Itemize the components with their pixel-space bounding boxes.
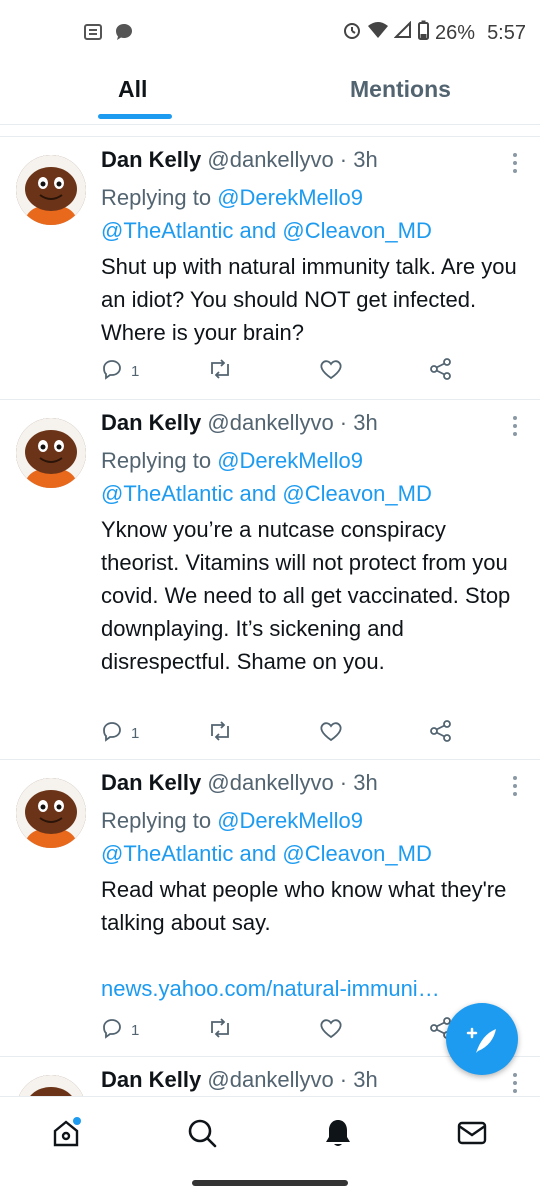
author-name[interactable]: Dan Kelly — [101, 770, 201, 795]
mention-link[interactable]: @DerekMello9 — [217, 808, 363, 833]
more-options-icon[interactable] — [512, 416, 518, 440]
tab-mentions[interactable]: Mentions — [350, 76, 451, 103]
reply-and: and — [239, 481, 277, 506]
tweet-link[interactable]: news.yahoo.com/natural-immuni… — [101, 972, 521, 1005]
heart-icon — [319, 358, 343, 384]
reply-count: 1 — [131, 362, 140, 380]
reply-count: 1 — [131, 724, 140, 742]
retweet-button[interactable] — [207, 358, 233, 384]
mention-link[interactable]: @TheAtlantic — [101, 841, 233, 866]
author-handle-time: @dankellyvo · 3h — [207, 1067, 378, 1092]
reply-button[interactable]: 1 — [101, 1017, 139, 1043]
more-options-icon[interactable] — [512, 1073, 518, 1097]
retweet-button[interactable] — [207, 720, 233, 746]
author-handle-time: @dankellyvo · 3h — [207, 147, 378, 172]
author-handle-time: @dankellyvo · 3h — [207, 410, 378, 435]
retweet-icon — [207, 1017, 233, 1043]
active-tab-indicator — [98, 114, 172, 119]
compose-feather-icon — [466, 1023, 500, 1062]
retweet-icon — [207, 720, 233, 746]
more-options-icon[interactable] — [512, 776, 518, 800]
wifi-icon — [368, 21, 389, 45]
status-bar: 26% 5:57 — [0, 0, 540, 64]
avatar[interactable] — [16, 1075, 86, 1097]
author-handle-time: @dankellyvo · 3h — [207, 770, 378, 795]
mention-link[interactable]: @Cleavon_MD — [282, 841, 432, 866]
reply-button[interactable]: 1 — [101, 720, 139, 746]
replying-prefix: Replying to — [101, 185, 212, 210]
share-icon — [429, 720, 453, 746]
tweet-header: Dan Kelly @dankellyvo · 3h — [101, 770, 378, 796]
replying-to: Replying to @DerekMello9 @TheAtlantic an… — [101, 181, 521, 247]
retweet-button[interactable] — [207, 1017, 233, 1043]
alarm-icon — [342, 20, 362, 46]
mention-link[interactable]: @DerekMello9 — [217, 448, 363, 473]
home-icon[interactable] — [50, 1117, 82, 1149]
share-button[interactable] — [429, 720, 453, 746]
replying-prefix: Replying to — [101, 808, 212, 833]
heart-icon — [319, 720, 343, 746]
tweet-text: Shut up with natural immunity talk. Are … — [101, 254, 517, 345]
replying-to: Replying to @DerekMello9 @TheAtlantic an… — [101, 444, 521, 510]
messages-envelope-icon[interactable] — [456, 1117, 488, 1149]
replying-prefix: Replying to — [101, 448, 212, 473]
notifications-bell-icon[interactable] — [322, 1117, 354, 1149]
reply-count: 1 — [131, 1021, 140, 1039]
mention-link[interactable]: @Cleavon_MD — [282, 218, 432, 243]
tweet-actions: 1 — [101, 358, 461, 388]
author-name[interactable]: Dan Kelly — [101, 410, 201, 435]
notifications-tabs: All Mentions — [0, 64, 540, 125]
reply-and: and — [239, 841, 277, 866]
notifications-feed[interactable]: Dan Kelly @dankellyvo · 3h Replying to @… — [0, 136, 540, 1097]
tweet-text: Yknow you’re a nutcase conspiracy theori… — [101, 517, 511, 674]
reply-button[interactable]: 1 — [101, 358, 139, 384]
reply-icon — [101, 1017, 123, 1043]
like-button[interactable] — [319, 1017, 343, 1043]
mention-link[interactable]: @TheAtlantic — [101, 218, 233, 243]
author-name[interactable]: Dan Kelly — [101, 147, 201, 172]
author-name[interactable]: Dan Kelly — [101, 1067, 201, 1092]
reply-icon — [101, 358, 123, 384]
avatar[interactable] — [16, 778, 86, 848]
battery-icon — [418, 20, 430, 46]
external-link[interactable]: news.yahoo.com/natural-immuni… — [101, 976, 440, 1001]
tweet-actions: 1 — [101, 720, 461, 750]
more-options-icon[interactable] — [512, 153, 518, 177]
retweet-icon — [207, 358, 233, 384]
search-icon[interactable] — [186, 1117, 218, 1149]
tweet-header: Dan Kelly @dankellyvo · 3h — [101, 147, 378, 173]
mention-link[interactable]: @TheAtlantic — [101, 481, 233, 506]
avatar[interactable] — [16, 155, 86, 225]
compose-tweet-button[interactable] — [446, 1003, 518, 1075]
mention-link[interactable]: @Cleavon_MD — [282, 481, 432, 506]
tweet-header: Dan Kelly @dankellyvo · 3h — [101, 1067, 378, 1093]
tweet-header: Dan Kelly @dankellyvo · 3h — [101, 410, 378, 436]
battery-level: 26% — [435, 21, 476, 44]
reply-and: and — [239, 218, 277, 243]
share-icon — [429, 358, 453, 384]
like-button[interactable] — [319, 720, 343, 746]
tweet-actions: 1 — [101, 1017, 461, 1047]
share-button[interactable] — [429, 358, 453, 384]
signal-icon — [393, 20, 412, 45]
reply-icon — [101, 720, 123, 746]
mention-link[interactable]: @DerekMello9 — [217, 185, 363, 210]
heart-icon — [319, 1017, 343, 1043]
tab-all[interactable]: All — [118, 76, 147, 103]
avatar[interactable] — [16, 418, 86, 488]
news-icon — [84, 23, 102, 46]
tweet-text: Read what people who know what they're t… — [101, 877, 507, 935]
chat-icon — [114, 22, 134, 47]
tweet[interactable]: Dan Kelly @dankellyvo · 3h Replying to @… — [0, 137, 540, 400]
system-home-bar[interactable] — [192, 1180, 348, 1186]
like-button[interactable] — [319, 358, 343, 384]
tweet[interactable]: Dan Kelly @dankellyvo · 3h Replying to @… — [0, 400, 540, 760]
replying-to: Replying to @DerekMello9 @TheAtlantic an… — [101, 804, 521, 870]
clock: 5:57 — [487, 21, 526, 44]
